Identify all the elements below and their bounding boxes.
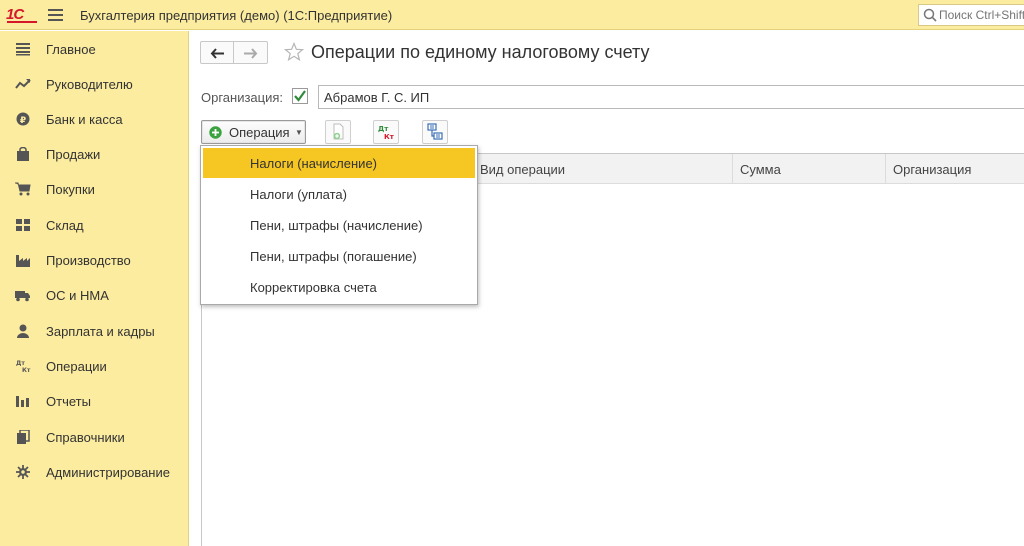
sidebar-item-administration[interactable]: Администрирование bbox=[0, 456, 189, 488]
sidebar-item-operations[interactable]: Дт Кт Операции bbox=[0, 350, 189, 382]
arrow-right-icon bbox=[244, 48, 258, 59]
structure-button[interactable] bbox=[422, 120, 448, 144]
menu-item-label: Пени, штрафы (начисление) bbox=[250, 218, 423, 233]
column-label: Сумма bbox=[740, 162, 781, 177]
arrow-left-icon bbox=[210, 48, 224, 59]
organization-label: Организация: bbox=[201, 90, 284, 105]
sidebar-item-salary[interactable]: Зарплата и кадры bbox=[0, 315, 189, 347]
sidebar-item-warehouse[interactable]: Склад bbox=[0, 209, 189, 241]
cart-icon bbox=[15, 182, 31, 196]
hamburger-menu-icon[interactable] bbox=[48, 9, 63, 21]
search-input[interactable] bbox=[939, 8, 1024, 22]
forward-button[interactable] bbox=[234, 41, 268, 64]
sidebar-item-label: Производство bbox=[46, 253, 131, 268]
gear-icon bbox=[16, 465, 30, 479]
sidebar-item-purchases[interactable]: Покупки bbox=[0, 173, 189, 205]
sidebar-item-reports[interactable]: Отчеты bbox=[0, 385, 189, 417]
column-header-operation-type[interactable]: Вид операции bbox=[472, 154, 732, 184]
menu-item-penalties-accrual[interactable]: Пени, штрафы (начисление) bbox=[203, 210, 475, 240]
sidebar-item-label: Зарплата и кадры bbox=[46, 324, 155, 339]
sidebar-item-sales[interactable]: Продажи bbox=[0, 138, 189, 170]
app-title: Бухгалтерия предприятия (демо) (1С:Предп… bbox=[80, 8, 393, 23]
debit-credit-icon: Дт Кт bbox=[16, 360, 31, 373]
sidebar-item-label: Банк и касса bbox=[46, 112, 123, 127]
bar-chart-icon bbox=[16, 396, 29, 407]
search-icon bbox=[923, 8, 937, 22]
sidebar-item-references[interactable]: Справочники bbox=[0, 421, 189, 453]
sidebar-item-label: Администрирование bbox=[46, 465, 170, 480]
favorite-star-icon[interactable] bbox=[284, 42, 304, 62]
factory-icon bbox=[16, 255, 30, 267]
sidebar-item-label: Продажи bbox=[46, 147, 101, 162]
menu-item-account-correction[interactable]: Корректировка счета bbox=[203, 272, 475, 302]
sidebar-item-manager[interactable]: Руководителю bbox=[0, 68, 189, 100]
search-box[interactable] bbox=[918, 4, 1024, 26]
sidebar-item-fixed-assets[interactable]: ОС и НМА bbox=[0, 279, 189, 311]
sidebar-item-label: Отчеты bbox=[46, 394, 91, 409]
svg-text:Кт: Кт bbox=[384, 133, 395, 141]
svg-text:Дт: Дт bbox=[378, 125, 389, 133]
menu-item-taxes-accrual[interactable]: Налоги (начисление) bbox=[203, 148, 475, 178]
shopping-bag-icon bbox=[17, 147, 29, 161]
sidebar-item-label: Справочники bbox=[46, 430, 125, 445]
operation-dropdown-button[interactable]: Операция ▼ bbox=[201, 120, 306, 144]
svg-text:Дт: Дт bbox=[16, 360, 25, 367]
operation-label: Операция bbox=[229, 125, 290, 140]
menu-item-label: Корректировка счета bbox=[250, 280, 377, 295]
person-icon bbox=[17, 324, 29, 338]
sidebar-item-production[interactable]: Производство bbox=[0, 244, 189, 276]
trend-icon bbox=[15, 79, 31, 89]
menu-item-penalties-repayment[interactable]: Пени, штрафы (погашение) bbox=[203, 241, 475, 271]
debit-credit-icon: Дт Кт bbox=[378, 125, 395, 141]
menu-item-label: Пени, штрафы (погашение) bbox=[250, 249, 417, 264]
column-label: Вид операции bbox=[480, 162, 566, 177]
menu-lines-icon bbox=[16, 43, 30, 56]
sidebar: Главное Руководителю ₽ Банк и касса Прод… bbox=[0, 31, 189, 546]
organization-filter-checkbox[interactable] bbox=[292, 88, 308, 104]
sidebar-item-label: Операции bbox=[46, 359, 107, 374]
ruble-coin-icon: ₽ bbox=[16, 112, 30, 126]
sidebar-item-label: Руководителю bbox=[46, 77, 133, 92]
truck-icon bbox=[15, 291, 30, 302]
column-header-amount[interactable]: Сумма bbox=[732, 154, 885, 184]
document-structure-icon bbox=[427, 123, 443, 140]
organization-field[interactable]: Абрамов Г. С. ИП bbox=[318, 85, 1024, 109]
menu-item-taxes-payment[interactable]: Налоги (уплата) bbox=[203, 179, 475, 209]
dtkt-button[interactable]: Дт Кт bbox=[373, 120, 399, 144]
warehouse-icon bbox=[16, 219, 30, 231]
menu-item-label: Налоги (начисление) bbox=[250, 156, 377, 171]
copy-document-icon bbox=[333, 123, 344, 140]
books-icon bbox=[17, 430, 30, 444]
sidebar-item-bank[interactable]: ₽ Банк и касса bbox=[0, 103, 189, 135]
svg-text:₽: ₽ bbox=[20, 116, 26, 126]
sidebar-item-label: ОС и НМА bbox=[46, 288, 109, 303]
back-button[interactable] bbox=[200, 41, 234, 64]
chevron-down-icon: ▼ bbox=[295, 128, 303, 137]
menu-item-label: Налоги (уплата) bbox=[250, 187, 347, 202]
organization-value: Абрамов Г. С. ИП bbox=[324, 90, 430, 105]
sidebar-item-label: Покупки bbox=[46, 182, 95, 197]
top-bar: 1С Бухгалтерия предприятия (демо) (1С:Пр… bbox=[0, 0, 1024, 30]
sidebar-item-main[interactable]: Главное bbox=[0, 33, 189, 65]
1c-logo[interactable]: 1С bbox=[6, 6, 38, 24]
page-title: Операции по единому налоговому счету bbox=[311, 42, 650, 62]
operation-dropdown-menu: Налоги (начисление) Налоги (уплата) Пени… bbox=[200, 145, 478, 305]
copy-document-button[interactable] bbox=[325, 120, 351, 144]
plus-circle-icon bbox=[209, 126, 222, 139]
svg-text:Кт: Кт bbox=[22, 367, 31, 373]
sidebar-item-label: Склад bbox=[46, 218, 84, 233]
sidebar-item-label: Главное bbox=[46, 42, 96, 57]
column-label: Организация bbox=[893, 162, 972, 177]
column-header-organization[interactable]: Организация bbox=[885, 154, 1024, 184]
